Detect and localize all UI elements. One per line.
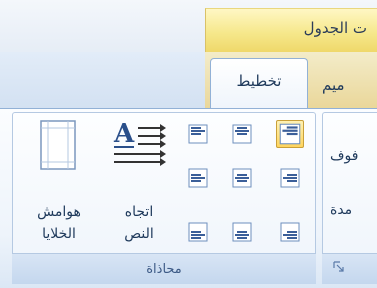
tab-layout-label: تخطيط <box>236 72 282 90</box>
align-middle-right-icon <box>280 168 300 188</box>
tab-design[interactable]: ميم <box>322 76 345 94</box>
align-bottom-center-icon <box>232 222 252 242</box>
align-middle-left-icon <box>188 168 208 188</box>
cell-margins-icon <box>40 120 76 170</box>
align-middle-right-button[interactable] <box>278 166 302 190</box>
cell-margins-label-line1: هوامش <box>37 204 81 220</box>
alignment-grid <box>186 120 308 246</box>
text-direction-button[interactable]: A اتجاه النص <box>104 118 174 250</box>
text-direction-icon: A <box>113 119 166 166</box>
align-top-center-icon <box>232 124 252 144</box>
align-top-right-button[interactable] <box>276 120 304 148</box>
align-top-left-icon <box>188 124 208 144</box>
align-top-right-icon <box>279 123 301 145</box>
dialog-launcher-icon[interactable] <box>332 260 346 274</box>
alignment-group-caption: محاذاة <box>12 253 316 284</box>
align-middle-center-button[interactable] <box>230 166 254 190</box>
contextual-group-label: ت الجدول <box>303 19 367 37</box>
tab-strip <box>0 52 377 108</box>
align-bottom-right-button[interactable] <box>278 220 302 244</box>
svg-text:A: A <box>113 119 135 149</box>
contextual-tab-group-header: ت الجدول <box>205 8 377 52</box>
tab-layout[interactable]: تخطيط <box>210 58 308 110</box>
text-direction-label-line1: اتجاه <box>124 204 154 220</box>
cell-margins-label-line2: الخلايا <box>42 226 76 242</box>
align-bottom-center-button[interactable] <box>230 220 254 244</box>
align-bottom-left-button[interactable] <box>186 220 210 244</box>
align-middle-left-button[interactable] <box>186 166 210 190</box>
text-direction-label-line2: النص <box>124 226 154 242</box>
align-middle-center-icon <box>232 168 252 188</box>
cell-margins-button[interactable]: هوامش الخلايا <box>20 118 98 250</box>
rows-columns-group-caption <box>322 253 377 284</box>
align-top-center-button[interactable] <box>230 122 254 146</box>
rows-label[interactable]: فوف <box>330 148 358 164</box>
align-bottom-left-icon <box>188 222 208 242</box>
align-bottom-right-icon <box>280 222 300 242</box>
columns-label[interactable]: مدة <box>330 202 352 218</box>
align-top-left-button[interactable] <box>186 122 210 146</box>
